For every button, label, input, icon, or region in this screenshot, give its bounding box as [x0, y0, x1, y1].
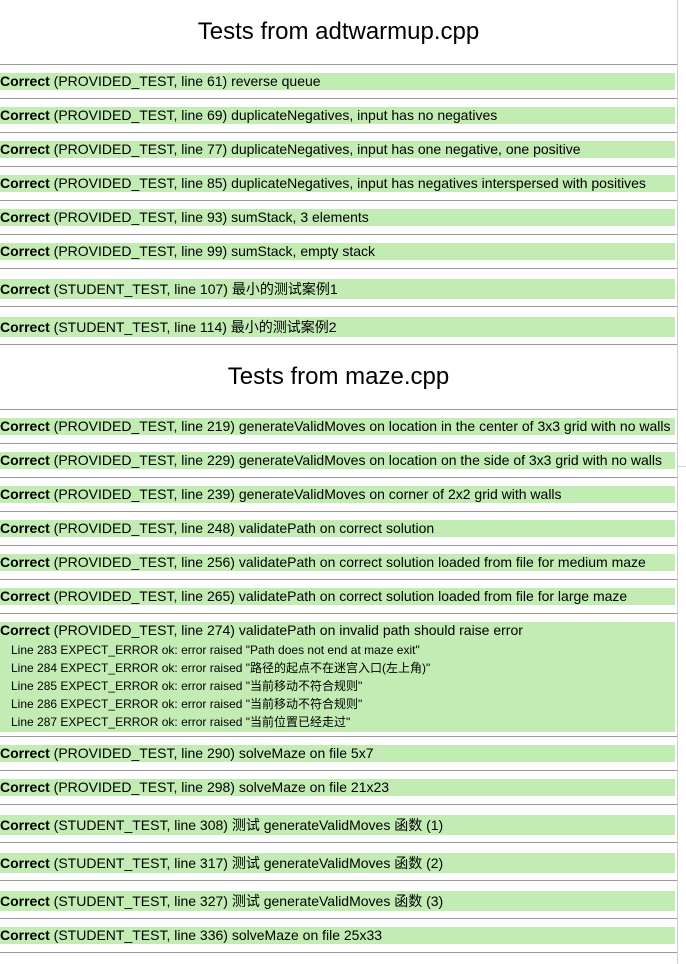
status-label: Correct	[0, 141, 50, 157]
test-result-row: Correct (PROVIDED_TEST, line 298) solveM…	[0, 770, 677, 804]
error-details: Line 283 EXPECT_ERROR ok: error raised "…	[0, 639, 675, 732]
test-result-row: Correct (PROVIDED_TEST, line 274) valida…	[0, 613, 677, 736]
test-result-row: Correct (PROVIDED_TEST, line 85) duplica…	[0, 166, 677, 200]
test-result-row: Correct (PROVIDED_TEST, line 256) valida…	[0, 545, 677, 579]
status-label: Correct	[0, 452, 50, 468]
test-description: (PROVIDED_TEST, line 298) solveMaze on f…	[49, 779, 390, 795]
test-result-row: Correct (STUDENT_TEST, line 327) 测试 gene…	[0, 880, 677, 918]
test-result-bar: Correct (PROVIDED_TEST, line 77) duplica…	[0, 141, 675, 158]
test-result-row: Correct (PROVIDED_TEST, line 229) genera…	[0, 443, 677, 477]
test-result-bar: Correct (PROVIDED_TEST, line 265) valida…	[0, 588, 675, 605]
test-result-row: Correct (STUDENT_TEST, line 308) 测试 gene…	[0, 804, 677, 842]
test-result-bar: Correct (STUDENT_TEST, line 317) 测试 gene…	[0, 853, 675, 873]
status-label: Correct	[0, 319, 50, 335]
test-description: (PROVIDED_TEST, line 239) generateValidM…	[49, 486, 562, 502]
test-description: (PROVIDED_TEST, line 99) sumStack, empty…	[49, 243, 376, 259]
test-result-row: Correct (STUDENT_TEST, line 107) 最小的测试案例…	[0, 268, 677, 306]
section-title-maze: Tests from maze.cpp	[227, 363, 450, 390]
test-result-bar: Correct (STUDENT_TEST, line 327) 测试 gene…	[0, 891, 675, 911]
test-result-bar: Correct (PROVIDED_TEST, line 248) valida…	[0, 520, 675, 537]
test-result-bar: Correct (PROVIDED_TEST, line 274) valida…	[0, 622, 675, 732]
test-list-adtwarmup: Correct (PROVIDED_TEST, line 61) reverse…	[0, 64, 677, 345]
test-result-bar: Correct (PROVIDED_TEST, line 93) sumStac…	[0, 209, 675, 226]
test-result-row: Correct (STUDENT_TEST, line 336) solveMa…	[0, 918, 677, 953]
test-description: (PROVIDED_TEST, line 93) sumStack, 3 ele…	[49, 209, 369, 225]
status-label: Correct	[0, 855, 50, 871]
test-description: (PROVIDED_TEST, line 69) duplicateNegati…	[49, 107, 498, 123]
test-result-row: Correct (PROVIDED_TEST, line 248) valida…	[0, 511, 677, 545]
expect-error-line: Line 284 EXPECT_ERROR ok: error raised "…	[11, 661, 431, 675]
test-result-bar: Correct (PROVIDED_TEST, line 290) solveM…	[0, 745, 675, 762]
test-result-bar: Correct (STUDENT_TEST, line 107) 最小的测试案例…	[0, 279, 675, 299]
test-result-row: Correct (PROVIDED_TEST, line 219) genera…	[0, 409, 677, 443]
status-label: Correct	[0, 893, 50, 909]
status-label: Correct	[0, 243, 50, 259]
test-result-row: Correct (PROVIDED_TEST, line 93) sumStac…	[0, 200, 677, 234]
status-label: Correct	[0, 209, 50, 225]
status-label: Correct	[0, 107, 50, 123]
test-description: (STUDENT_TEST, line 336) solveMaze on fi…	[49, 927, 383, 943]
status-label: Correct	[0, 486, 50, 502]
test-result-bar: Correct (PROVIDED_TEST, line 229) genera…	[0, 452, 675, 469]
status-label: Correct	[0, 175, 50, 191]
test-description: (STUDENT_TEST, line 114) 最小的测试案例2	[49, 319, 337, 335]
test-description: (PROVIDED_TEST, line 61) reverse queue	[49, 73, 321, 89]
test-result-row: Correct (STUDENT_TEST, line 317) 测试 gene…	[0, 842, 677, 880]
test-description: (PROVIDED_TEST, line 85) duplicateNegati…	[49, 175, 646, 191]
test-result-row: Correct (PROVIDED_TEST, line 239) genera…	[0, 477, 677, 511]
test-description: (PROVIDED_TEST, line 265) validatePath o…	[49, 588, 628, 604]
test-result-row: Correct (PROVIDED_TEST, line 61) reverse…	[0, 64, 677, 98]
status-label: Correct	[0, 622, 50, 638]
test-description: (STUDENT_TEST, line 308) 测试 generateVali…	[49, 817, 444, 833]
test-result-bar: Correct (PROVIDED_TEST, line 256) valida…	[0, 554, 675, 571]
test-result-bar: Correct (PROVIDED_TEST, line 298) solveM…	[0, 779, 675, 796]
status-label: Correct	[0, 745, 50, 761]
status-label: Correct	[0, 817, 50, 833]
status-label: Correct	[0, 281, 50, 297]
test-result-row: Correct (PROVIDED_TEST, line 290) solveM…	[0, 736, 677, 770]
expect-error-line: Line 287 EXPECT_ERROR ok: error raised "…	[11, 715, 351, 729]
test-result-bar: Correct (STUDENT_TEST, line 114) 最小的测试案例…	[0, 317, 675, 337]
test-description: (STUDENT_TEST, line 107) 最小的测试案例1	[49, 281, 338, 297]
test-list-maze: Correct (PROVIDED_TEST, line 219) genera…	[0, 409, 677, 953]
test-result-bar: Correct (STUDENT_TEST, line 336) solveMa…	[0, 927, 675, 944]
test-result-row: Correct (STUDENT_TEST, line 114) 最小的测试案例…	[0, 306, 677, 345]
status-label: Correct	[0, 779, 50, 795]
test-result-bar: Correct (PROVIDED_TEST, line 61) reverse…	[0, 73, 675, 90]
test-result-bar: Correct (PROVIDED_TEST, line 219) genera…	[0, 418, 675, 435]
test-description: (PROVIDED_TEST, line 274) validatePath o…	[49, 622, 523, 638]
status-label: Correct	[0, 927, 50, 943]
window-edge-divider	[677, 466, 686, 467]
test-description: (PROVIDED_TEST, line 290) solveMaze on f…	[49, 745, 374, 761]
test-description: (PROVIDED_TEST, line 256) validatePath o…	[49, 554, 646, 570]
test-result-row: Correct (PROVIDED_TEST, line 265) valida…	[0, 579, 677, 613]
test-result-bar: Correct (PROVIDED_TEST, line 85) duplica…	[0, 175, 675, 192]
test-description: (STUDENT_TEST, line 327) 测试 generateVali…	[49, 893, 444, 909]
test-result-bar: Correct (PROVIDED_TEST, line 69) duplica…	[0, 107, 675, 124]
status-label: Correct	[0, 520, 50, 536]
test-result-row: Correct (PROVIDED_TEST, line 99) sumStac…	[0, 234, 677, 268]
test-results-window: Tests from adtwarmup.cpp Correct (PROVID…	[0, 0, 678, 964]
section-title-adtwarmup: Tests from adtwarmup.cpp	[197, 18, 480, 45]
test-description: (PROVIDED_TEST, line 77) duplicateNegati…	[49, 141, 581, 157]
test-description: (PROVIDED_TEST, line 219) generateValidM…	[49, 418, 671, 434]
test-description: (PROVIDED_TEST, line 229) generateValidM…	[49, 452, 662, 468]
status-label: Correct	[0, 73, 50, 89]
test-result-row: Correct (PROVIDED_TEST, line 69) duplica…	[0, 98, 677, 132]
status-label: Correct	[0, 554, 50, 570]
test-result-bar: Correct (PROVIDED_TEST, line 239) genera…	[0, 486, 675, 503]
test-description: (STUDENT_TEST, line 317) 测试 generateVali…	[49, 855, 444, 871]
test-description: (PROVIDED_TEST, line 248) validatePath o…	[49, 520, 435, 536]
status-label: Correct	[0, 588, 50, 604]
status-label: Correct	[0, 418, 50, 434]
expect-error-line: Line 283 EXPECT_ERROR ok: error raised "…	[11, 643, 420, 657]
test-result-row: Correct (PROVIDED_TEST, line 77) duplica…	[0, 132, 677, 166]
test-result-bar: Correct (STUDENT_TEST, line 308) 测试 gene…	[0, 815, 675, 835]
expect-error-line: Line 285 EXPECT_ERROR ok: error raised "…	[11, 679, 363, 693]
expect-error-line: Line 286 EXPECT_ERROR ok: error raised "…	[11, 697, 363, 711]
test-result-bar: Correct (PROVIDED_TEST, line 99) sumStac…	[0, 243, 675, 260]
